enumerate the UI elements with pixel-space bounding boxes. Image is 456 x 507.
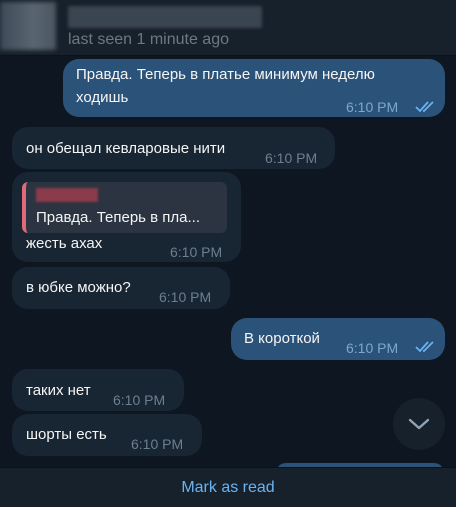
message-text: В короткой <box>244 330 320 347</box>
reply-author-redacted <box>36 188 98 202</box>
message-text-line: Правда. Теперь в платье минимум неделю <box>76 66 375 83</box>
message-time: 6:10 PM <box>131 436 184 452</box>
message-text: шорты есть <box>26 426 107 443</box>
incoming-message[interactable]: шорты есть 6:10 PM <box>12 414 202 456</box>
reply-preview[interactable]: Правда. Теперь в пла... <box>22 182 227 233</box>
double-check-icon <box>415 341 434 353</box>
message-text-line: ходишь <box>76 89 129 106</box>
chat-footer: Mark as read <box>0 467 456 507</box>
message-time: 6:10 PM <box>159 289 212 305</box>
last-seen-status: last seen 1 minute ago <box>68 31 229 48</box>
chat-header[interactable]: last seen 1 minute ago <box>0 0 456 56</box>
message-time: 6:10 PM <box>346 99 399 115</box>
contact-name-redacted <box>68 6 262 28</box>
double-check-icon <box>415 101 434 113</box>
incoming-message[interactable]: Правда. Теперь в пла... жесть ахах 6:10 … <box>12 172 241 262</box>
message-list[interactable]: Правда. Теперь в платье минимум неделю х… <box>0 56 456 467</box>
incoming-message[interactable]: таких нет 6:10 PM <box>12 369 184 411</box>
message-text: жесть ахах <box>26 235 103 252</box>
message-time: 6:10 PM <box>346 340 399 356</box>
incoming-message[interactable]: в юбке можно? 6:10 PM <box>12 267 230 309</box>
scroll-to-bottom-button[interactable] <box>393 398 445 450</box>
outgoing-message[interactable]: В короткой 6:10 PM <box>231 318 445 360</box>
message-text: в юбке можно? <box>26 279 131 296</box>
mark-as-read-button[interactable]: Mark as read <box>181 479 274 497</box>
reply-preview-text: Правда. Теперь в пла... <box>36 209 201 226</box>
avatar[interactable] <box>0 2 56 50</box>
message-time: 6:10 PM <box>113 392 166 408</box>
chevron-down-icon <box>408 418 430 430</box>
message-time: 6:10 PM <box>265 150 318 166</box>
incoming-message[interactable]: он обещал кевларовые нити 6:10 PM <box>12 127 335 169</box>
outgoing-message[interactable]: Правда. Теперь в платье минимум неделю х… <box>63 59 445 117</box>
message-text: таких нет <box>26 382 91 399</box>
message-time: 6:10 PM <box>170 244 223 260</box>
message-text: он обещал кевларовые нити <box>26 140 226 157</box>
